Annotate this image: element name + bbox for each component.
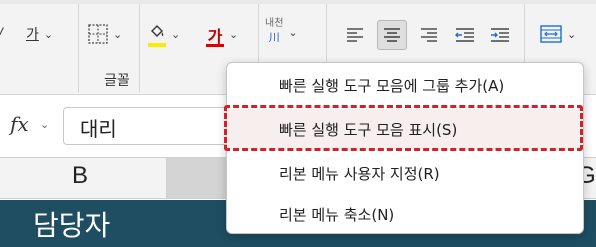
chevron-down-icon[interactable]: ⌄ xyxy=(229,28,238,41)
borders-icon xyxy=(88,24,108,44)
menu-item-label: 리본 메뉴 축소(N) xyxy=(279,206,395,224)
menu-item-add-group-to-qat[interactable]: 빠른 실행 도구 모음에 그룹 추가(A) xyxy=(227,65,583,105)
chevron-down-icon[interactable]: ⌄ xyxy=(288,26,297,39)
column-divider[interactable] xyxy=(166,158,167,198)
menu-item-customize-ribbon[interactable]: 리본 메뉴 사용자 지정(R) xyxy=(227,153,583,193)
align-center-icon xyxy=(384,28,400,42)
merge-center-button[interactable]: ⌄ xyxy=(540,20,576,48)
menu-item-label: 리본 메뉴 사용자 지정(R) xyxy=(279,165,440,183)
align-right-button[interactable] xyxy=(414,20,444,50)
fill-color-icon xyxy=(148,23,166,47)
ribbon-separator xyxy=(139,4,140,92)
underline-button[interactable]: 가 ⌄ xyxy=(26,20,53,48)
chevron-down-icon[interactable]: ⌄ xyxy=(113,28,122,41)
formula-value: 대리 xyxy=(80,117,117,141)
chevron-down-icon[interactable]: ⌄ xyxy=(171,28,180,41)
ribbon-separator xyxy=(78,4,79,92)
cell-text: 담당자 xyxy=(33,209,111,242)
group-label-font: 글꼴 xyxy=(104,73,130,89)
menu-item-collapse-ribbon[interactable]: 리본 메뉴 축소(N) xyxy=(227,194,583,234)
fill-color-button[interactable]: ⌄ xyxy=(148,20,180,48)
chevron-down-icon[interactable]: ⌄ xyxy=(40,118,49,131)
align-left-icon xyxy=(347,28,363,42)
align-right-icon xyxy=(421,28,437,42)
chevron-down-icon[interactable]: ⌄ xyxy=(44,28,53,41)
font-color-icon: 가 xyxy=(206,27,224,47)
merge-center-icon xyxy=(540,25,562,43)
underline-icon: 가 xyxy=(26,27,39,43)
decrease-indent-button[interactable] xyxy=(450,20,480,50)
phonetic-guide-icon: 내천 川 xyxy=(265,18,284,45)
menu-item-label: 빠른 실행 도구 모음에 그룹 추가(A) xyxy=(279,77,505,95)
highlight-dashed-box xyxy=(224,105,583,151)
decrease-indent-icon xyxy=(455,28,474,42)
align-center-button[interactable] xyxy=(377,20,407,50)
chevron-down-icon[interactable]: ⌄ xyxy=(567,28,576,41)
increase-indent-icon xyxy=(491,28,509,42)
borders-button[interactable]: ⌄ xyxy=(88,20,122,48)
fx-icon[interactable]: fx xyxy=(10,112,29,136)
ribbon-top-edge xyxy=(0,0,596,4)
increase-indent-button[interactable] xyxy=(485,20,515,50)
italic-button-partial[interactable]: / xyxy=(0,20,3,48)
phonetic-guide-button[interactable]: 내천 川 ⌄ xyxy=(265,18,298,46)
font-color-button[interactable]: 가 ⌄ xyxy=(206,20,238,48)
align-left-button[interactable] xyxy=(340,20,370,50)
column-header-b[interactable]: B xyxy=(72,162,88,190)
